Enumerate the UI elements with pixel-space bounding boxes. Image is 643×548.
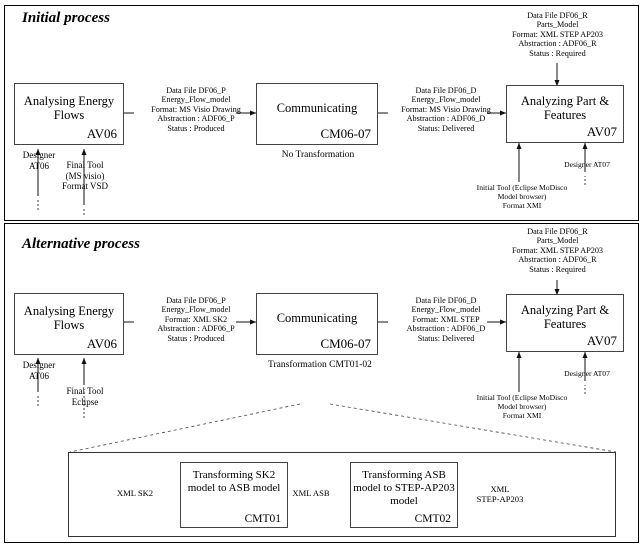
data-flow-required-alternative: Data File DF06_R Parts_Model Format: XML… bbox=[511, 227, 604, 274]
data-flow-delivered-initial: Data File DF06_D Energy_Flow_model Forma… bbox=[401, 86, 491, 133]
activity-title: Transforming SK2 model to ASB model bbox=[187, 469, 281, 494]
detail-middle-label: XML ASB bbox=[292, 488, 330, 498]
activity-box-analysing-energy-flows-alternative[interactable]: Analysing Energy Flows AV06 bbox=[14, 293, 124, 355]
resource-initial-tool-alternative: Initial Tool (Eclipse MoDisco Model brow… bbox=[476, 393, 568, 420]
activity-code: CMT01 bbox=[244, 513, 281, 525]
activity-box-communicating-alternative[interactable]: Communicating CM06-07 bbox=[256, 293, 378, 355]
data-flow-produced-alternative: Data File DF06_P Energy_Flow_model Forma… bbox=[157, 296, 235, 343]
activity-box-cmt02[interactable]: Transforming ASB model to STEP-AP203 mod… bbox=[350, 462, 458, 528]
activity-code: CM06-07 bbox=[320, 126, 371, 141]
activity-title: Analysing Energy Flows bbox=[23, 304, 115, 332]
activity-title: Transforming ASB model to STEP-AP203 mod… bbox=[353, 469, 455, 507]
activity-code: CMT02 bbox=[414, 513, 451, 525]
resource-designer-at06-alternative: Designer AT06 bbox=[22, 360, 56, 381]
detail-input-label: XML SK2 bbox=[116, 488, 154, 498]
panel-title-initial: Initial process bbox=[22, 10, 110, 26]
detail-output-label: XML STEP-AP203 bbox=[476, 484, 524, 504]
activity-box-analyzing-part-features-alternative[interactable]: Analyzing Part & Features AV07 bbox=[506, 294, 624, 352]
activity-code: AV06 bbox=[86, 126, 117, 141]
resource-initial-tool-initial: Initial Tool (Eclipse MoDisco Model brow… bbox=[476, 183, 568, 210]
activity-box-analyzing-part-features-initial[interactable]: Analyzing Part & Features AV07 bbox=[506, 85, 624, 143]
panel-title-alternative: Alternative process bbox=[22, 236, 140, 252]
activity-box-analysing-energy-flows-initial[interactable]: Analysing Energy Flows AV06 bbox=[14, 83, 124, 145]
activity-box-cmt01[interactable]: Transforming SK2 model to ASB model CMT0… bbox=[180, 462, 288, 528]
transformation-note-alternative: Transformation CMT01-02 bbox=[268, 360, 372, 370]
resource-final-tool-alternative: Final Tool Eclipse bbox=[66, 386, 104, 407]
data-flow-produced-initial: Data File DF06_P Energy_Flow_model Forma… bbox=[151, 86, 241, 133]
activity-code: AV07 bbox=[586, 124, 617, 139]
resource-final-tool-initial: Final Tool (MS visio) Format VSD bbox=[61, 160, 109, 191]
resource-designer-at07-alternative: Designer AT07 bbox=[564, 369, 610, 378]
activity-code: AV06 bbox=[86, 336, 117, 351]
activity-title: Communicating bbox=[276, 101, 358, 115]
activity-title: Analyzing Part & Features bbox=[520, 94, 610, 122]
transformation-note-initial: No Transformation bbox=[281, 150, 355, 160]
activity-code: AV07 bbox=[586, 333, 617, 348]
activity-title: Analyzing Part & Features bbox=[520, 303, 610, 331]
activity-code: CM06-07 bbox=[320, 336, 371, 351]
data-flow-required-initial: Data File DF06_R Parts_Model Format: XML… bbox=[511, 11, 604, 58]
data-flow-delivered-alternative: Data File DF06_D Energy_Flow_model Forma… bbox=[406, 296, 486, 343]
diagram-canvas: Initial process Analysing Energy Flows A… bbox=[0, 0, 643, 548]
activity-box-communicating-initial[interactable]: Communicating CM06-07 bbox=[256, 83, 378, 145]
activity-title: Analysing Energy Flows bbox=[23, 94, 115, 122]
resource-designer-at07-initial: Designer AT07 bbox=[564, 160, 610, 169]
activity-title: Communicating bbox=[276, 311, 358, 325]
